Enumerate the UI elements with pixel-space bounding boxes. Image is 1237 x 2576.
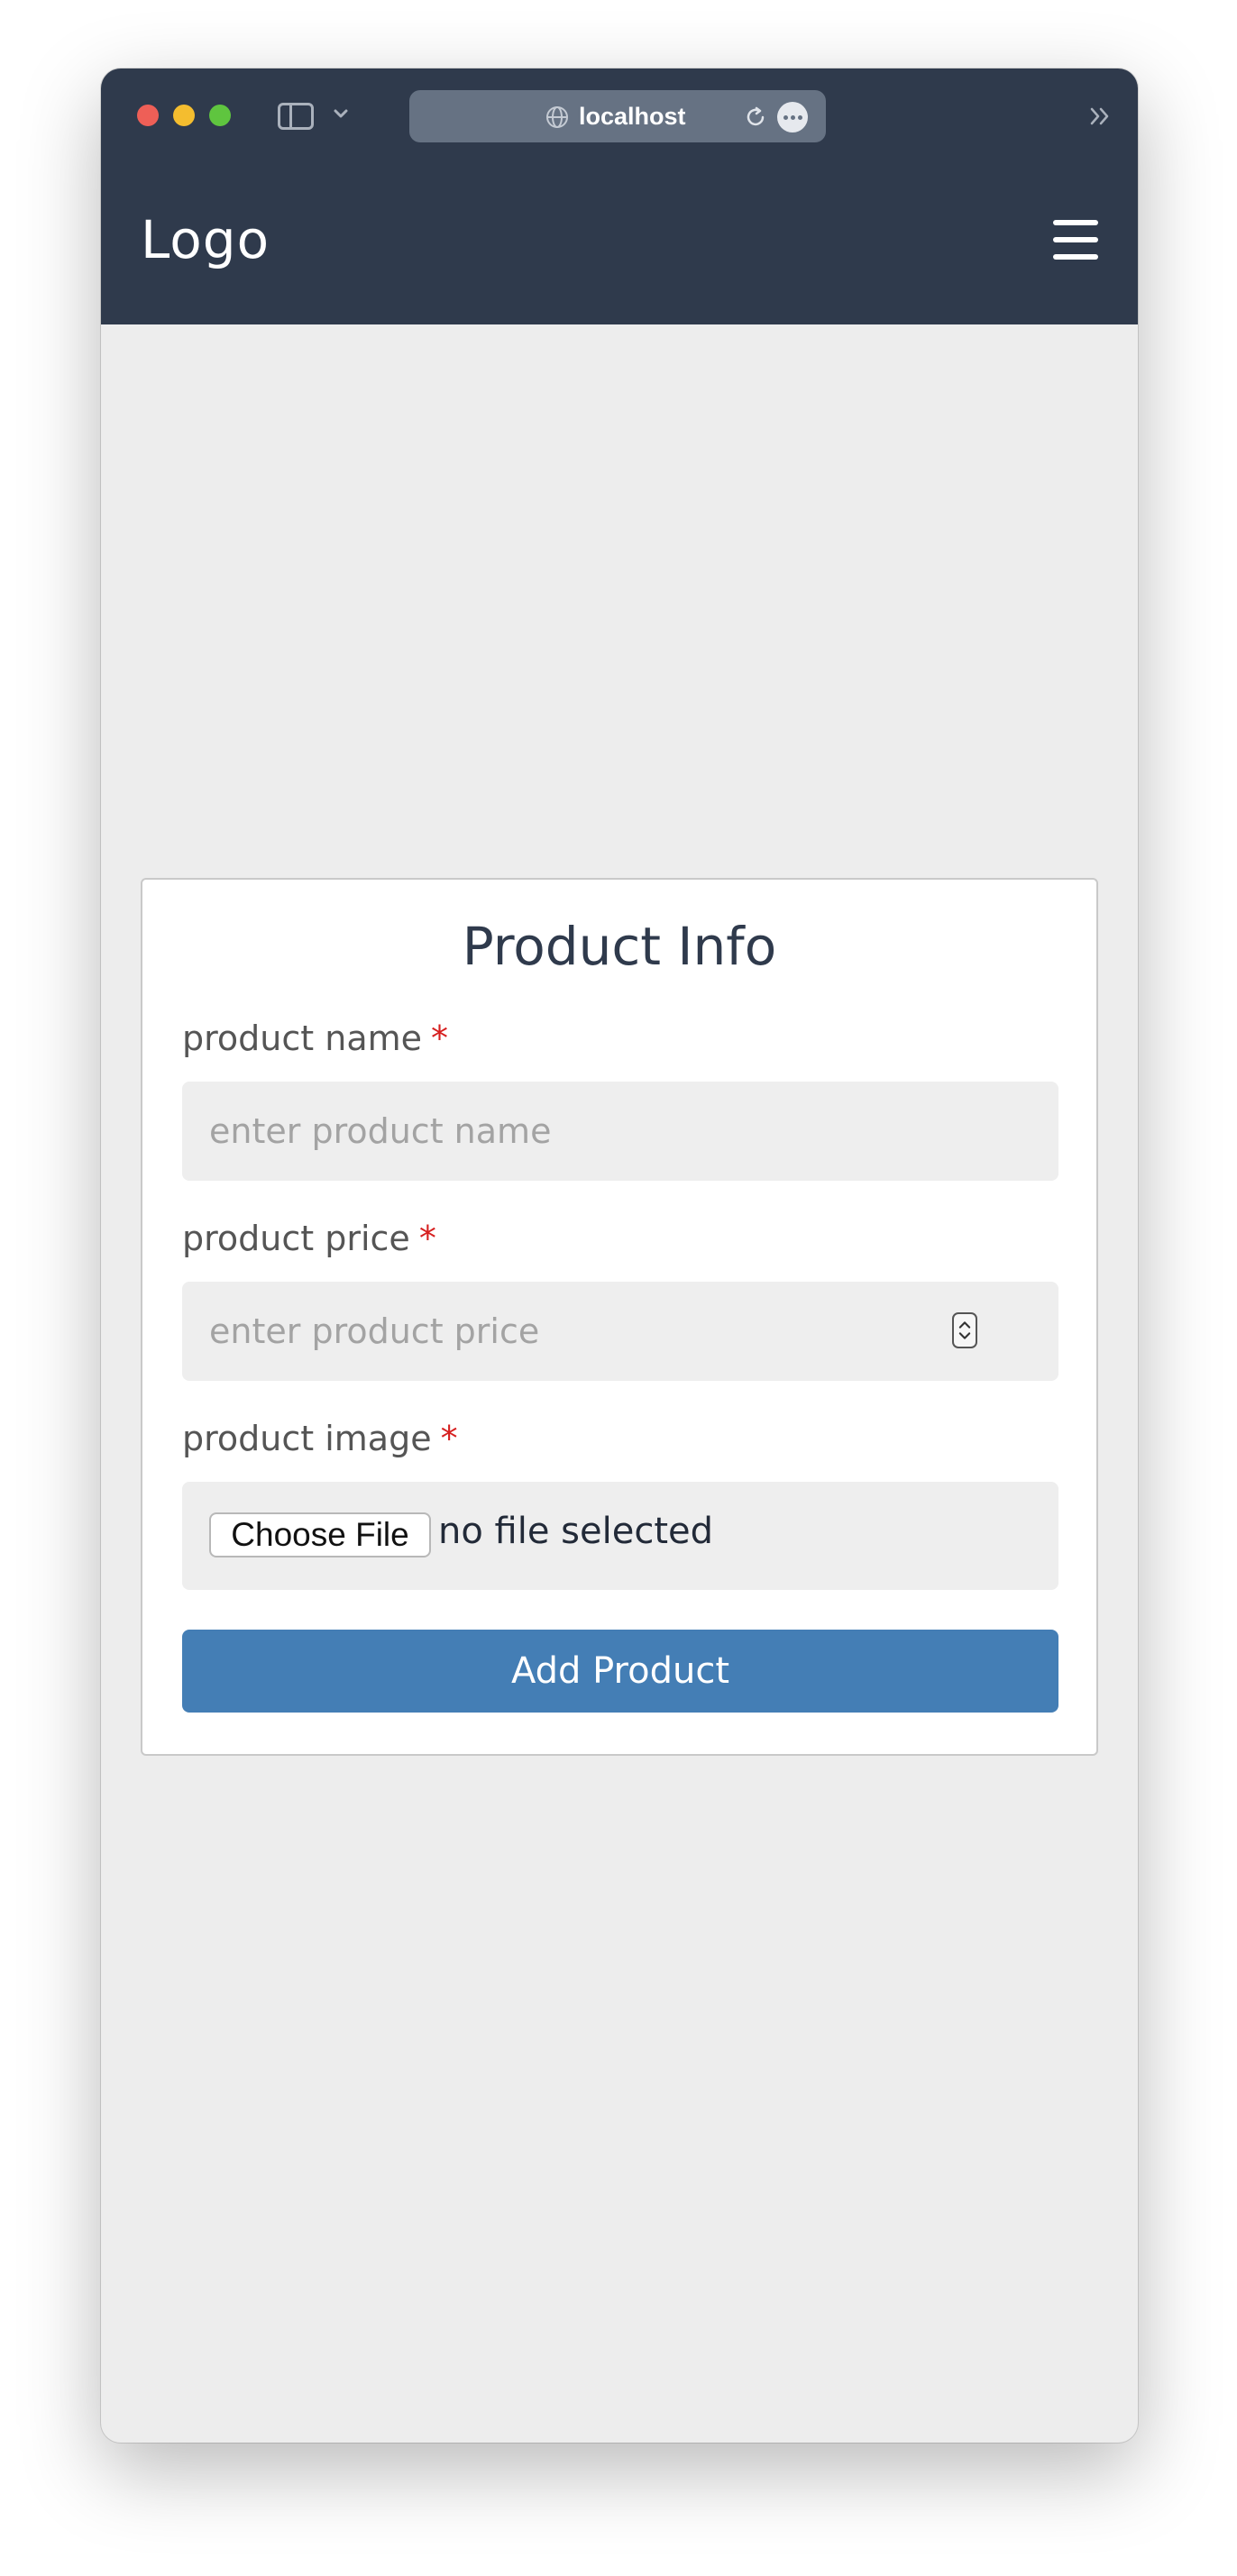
- chevron-down-icon[interactable]: [332, 105, 350, 123]
- url-text: localhost: [579, 103, 686, 130]
- sidebar-icon[interactable]: [278, 103, 314, 130]
- add-product-button[interactable]: Add Product: [182, 1630, 1058, 1713]
- minimize-window-button[interactable]: [173, 105, 195, 126]
- product-price-field: [142, 1282, 1096, 1381]
- logo[interactable]: Logo: [141, 209, 270, 270]
- file-status-text: no file selected: [438, 1511, 714, 1552]
- product-price-label: product price *: [182, 1219, 436, 1258]
- product-name-input[interactable]: [182, 1082, 1058, 1181]
- product-image-label: product image *: [182, 1419, 458, 1458]
- reload-icon[interactable]: [743, 105, 768, 130]
- double-chevron-right-icon[interactable]: [1087, 103, 1114, 130]
- browser-toolbar: localhost: [101, 69, 1138, 162]
- app-header: Logo: [101, 162, 1138, 324]
- close-window-button[interactable]: [137, 105, 159, 126]
- browser-window: localhost Logo Product Info product name…: [101, 69, 1138, 2443]
- zoom-window-button[interactable]: [209, 105, 231, 126]
- hamburger-menu-icon[interactable]: [1053, 220, 1098, 260]
- more-options-icon[interactable]: [777, 102, 808, 132]
- required-marker: *: [431, 1019, 448, 1058]
- product-name-label-text: product name: [182, 1019, 422, 1058]
- form-title: Product Info: [462, 916, 777, 977]
- product-image-label-text: product image: [182, 1419, 432, 1458]
- product-form-card: Product Info product name* product price…: [141, 878, 1098, 1756]
- product-price-label-text: product price: [182, 1219, 410, 1258]
- address-bar[interactable]: localhost: [409, 90, 826, 142]
- product-image-file-input: Choose File no file selected: [182, 1482, 1058, 1590]
- required-marker: *: [440, 1419, 458, 1458]
- number-stepper-icon[interactable]: [952, 1312, 977, 1348]
- required-marker: *: [418, 1219, 436, 1258]
- globe-icon: [546, 106, 568, 128]
- product-name-label: product name *: [182, 1019, 448, 1058]
- choose-file-button[interactable]: Choose File: [209, 1512, 431, 1557]
- product-price-input[interactable]: [182, 1282, 1058, 1381]
